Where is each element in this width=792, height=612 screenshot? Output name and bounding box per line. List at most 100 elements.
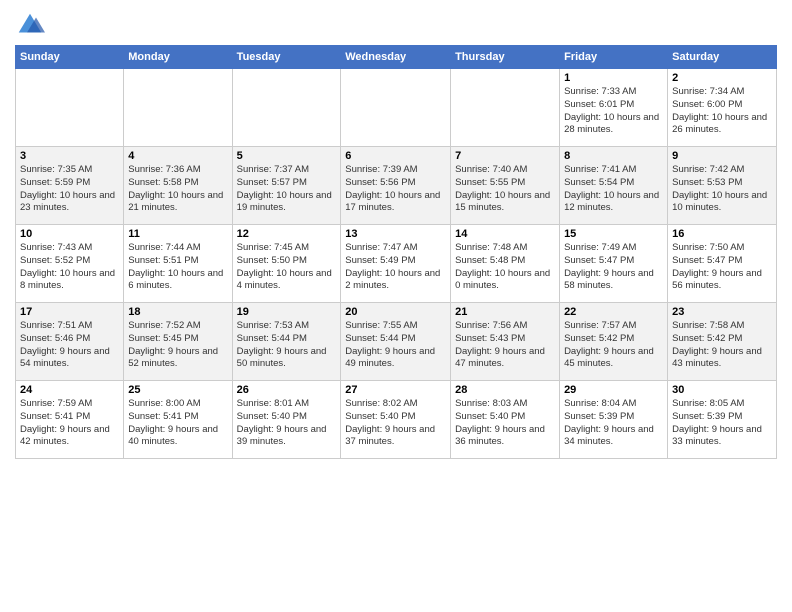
- day-cell: 7 Sunrise: 7:40 AM Sunset: 5:55 PM Daylig…: [451, 147, 560, 225]
- weekday-header-sunday: Sunday: [16, 46, 124, 69]
- day-cell: 19 Sunrise: 7:53 AM Sunset: 5:44 PM Dayli…: [232, 303, 341, 381]
- day-info: Sunrise: 7:37 AM Sunset: 5:57 PM Dayligh…: [237, 164, 337, 215]
- day-info: Sunrise: 7:51 AM Sunset: 5:46 PM Dayligh…: [20, 320, 119, 371]
- day-number: 14: [455, 228, 555, 240]
- day-cell: 6 Sunrise: 7:39 AM Sunset: 5:56 PM Daylig…: [341, 147, 451, 225]
- day-number: 19: [237, 306, 337, 318]
- day-cell: 21 Sunrise: 7:56 AM Sunset: 5:43 PM Dayli…: [451, 303, 560, 381]
- calendar-table: SundayMondayTuesdayWednesdayThursdayFrid…: [15, 45, 777, 459]
- weekday-header-wednesday: Wednesday: [341, 46, 451, 69]
- day-info: Sunrise: 8:05 AM Sunset: 5:39 PM Dayligh…: [672, 398, 772, 449]
- day-number: 5: [237, 150, 337, 162]
- day-cell: 14 Sunrise: 7:48 AM Sunset: 5:48 PM Dayli…: [451, 225, 560, 303]
- day-info: Sunrise: 7:44 AM Sunset: 5:51 PM Dayligh…: [128, 242, 227, 293]
- week-row-2: 3 Sunrise: 7:35 AM Sunset: 5:59 PM Daylig…: [16, 147, 777, 225]
- day-number: 9: [672, 150, 772, 162]
- day-cell: 12 Sunrise: 7:45 AM Sunset: 5:50 PM Dayli…: [232, 225, 341, 303]
- day-info: Sunrise: 7:56 AM Sunset: 5:43 PM Dayligh…: [455, 320, 555, 371]
- day-number: 23: [672, 306, 772, 318]
- day-info: Sunrise: 7:42 AM Sunset: 5:53 PM Dayligh…: [672, 164, 772, 215]
- day-cell: 28 Sunrise: 8:03 AM Sunset: 5:40 PM Dayli…: [451, 381, 560, 459]
- day-cell: 3 Sunrise: 7:35 AM Sunset: 5:59 PM Daylig…: [16, 147, 124, 225]
- week-row-4: 17Sunrise: 7:51 AM Sunset: 5:46 PM Dayli…: [16, 303, 777, 381]
- weekday-header-saturday: Saturday: [668, 46, 777, 69]
- weekday-header-tuesday: Tuesday: [232, 46, 341, 69]
- day-number: 16: [672, 228, 772, 240]
- day-info: Sunrise: 7:53 AM Sunset: 5:44 PM Dayligh…: [237, 320, 337, 371]
- day-number: 13: [345, 228, 446, 240]
- day-number: 10: [20, 228, 119, 240]
- header: [15, 10, 777, 40]
- day-number: 2: [672, 72, 772, 84]
- day-number: 3: [20, 150, 119, 162]
- day-info: Sunrise: 7:49 AM Sunset: 5:47 PM Dayligh…: [564, 242, 663, 293]
- day-number: 30: [672, 384, 772, 396]
- day-info: Sunrise: 7:40 AM Sunset: 5:55 PM Dayligh…: [455, 164, 555, 215]
- day-info: Sunrise: 7:39 AM Sunset: 5:56 PM Dayligh…: [345, 164, 446, 215]
- day-number: 26: [237, 384, 337, 396]
- day-cell: [451, 69, 560, 147]
- day-number: 22: [564, 306, 663, 318]
- weekday-header-friday: Friday: [560, 46, 668, 69]
- day-number: 21: [455, 306, 555, 318]
- weekday-header-monday: Monday: [124, 46, 232, 69]
- day-info: Sunrise: 7:35 AM Sunset: 5:59 PM Dayligh…: [20, 164, 119, 215]
- day-cell: 8 Sunrise: 7:41 AM Sunset: 5:54 PM Daylig…: [560, 147, 668, 225]
- day-cell: 17Sunrise: 7:51 AM Sunset: 5:46 PM Dayli…: [16, 303, 124, 381]
- day-info: Sunrise: 7:55 AM Sunset: 5:44 PM Dayligh…: [345, 320, 446, 371]
- day-cell: [124, 69, 232, 147]
- day-info: Sunrise: 8:02 AM Sunset: 5:40 PM Dayligh…: [345, 398, 446, 449]
- day-cell: 24Sunrise: 7:59 AM Sunset: 5:41 PM Dayli…: [16, 381, 124, 459]
- day-info: Sunrise: 7:48 AM Sunset: 5:48 PM Dayligh…: [455, 242, 555, 293]
- day-number: 27: [345, 384, 446, 396]
- day-cell: [232, 69, 341, 147]
- day-cell: 5 Sunrise: 7:37 AM Sunset: 5:57 PM Daylig…: [232, 147, 341, 225]
- day-info: Sunrise: 7:50 AM Sunset: 5:47 PM Dayligh…: [672, 242, 772, 293]
- day-info: Sunrise: 8:01 AM Sunset: 5:40 PM Dayligh…: [237, 398, 337, 449]
- logo: [15, 10, 49, 40]
- day-number: 28: [455, 384, 555, 396]
- day-cell: 11 Sunrise: 7:44 AM Sunset: 5:51 PM Dayli…: [124, 225, 232, 303]
- day-info: Sunrise: 7:41 AM Sunset: 5:54 PM Dayligh…: [564, 164, 663, 215]
- day-cell: 22 Sunrise: 7:57 AM Sunset: 5:42 PM Dayli…: [560, 303, 668, 381]
- main-container: SundayMondayTuesdayWednesdayThursdayFrid…: [0, 0, 792, 469]
- day-number: 8: [564, 150, 663, 162]
- day-number: 1: [564, 72, 663, 84]
- day-info: Sunrise: 7:57 AM Sunset: 5:42 PM Dayligh…: [564, 320, 663, 371]
- day-number: 12: [237, 228, 337, 240]
- day-info: Sunrise: 7:52 AM Sunset: 5:45 PM Dayligh…: [128, 320, 227, 371]
- day-cell: 29 Sunrise: 8:04 AM Sunset: 5:39 PM Dayli…: [560, 381, 668, 459]
- day-cell: 23 Sunrise: 7:58 AM Sunset: 5:42 PM Dayli…: [668, 303, 777, 381]
- day-cell: 25Sunrise: 8:00 AM Sunset: 5:41 PM Dayli…: [124, 381, 232, 459]
- day-cell: 16 Sunrise: 7:50 AM Sunset: 5:47 PM Dayli…: [668, 225, 777, 303]
- weekday-header-thursday: Thursday: [451, 46, 560, 69]
- day-info: Sunrise: 8:00 AM Sunset: 5:41 PM Dayligh…: [128, 398, 227, 449]
- day-cell: 15 Sunrise: 7:49 AM Sunset: 5:47 PM Dayli…: [560, 225, 668, 303]
- day-info: Sunrise: 7:47 AM Sunset: 5:49 PM Dayligh…: [345, 242, 446, 293]
- week-row-5: 24Sunrise: 7:59 AM Sunset: 5:41 PM Dayli…: [16, 381, 777, 459]
- day-info: Sunrise: 8:03 AM Sunset: 5:40 PM Dayligh…: [455, 398, 555, 449]
- day-number: 6: [345, 150, 446, 162]
- day-number: 4: [128, 150, 227, 162]
- day-number: 18: [128, 306, 227, 318]
- day-cell: 27 Sunrise: 8:02 AM Sunset: 5:40 PM Dayli…: [341, 381, 451, 459]
- day-number: 15: [564, 228, 663, 240]
- day-info: Sunrise: 7:33 AM Sunset: 6:01 PM Dayligh…: [564, 86, 663, 137]
- day-cell: 18 Sunrise: 7:52 AM Sunset: 5:45 PM Dayli…: [124, 303, 232, 381]
- day-cell: 4Sunrise: 7:36 AM Sunset: 5:58 PM Daylig…: [124, 147, 232, 225]
- week-row-1: 1 Sunrise: 7:33 AM Sunset: 6:01 PM Daylig…: [16, 69, 777, 147]
- day-cell: 2Sunrise: 7:34 AM Sunset: 6:00 PM Daylig…: [668, 69, 777, 147]
- day-number: 29: [564, 384, 663, 396]
- day-cell: [341, 69, 451, 147]
- day-info: Sunrise: 7:43 AM Sunset: 5:52 PM Dayligh…: [20, 242, 119, 293]
- day-cell: [16, 69, 124, 147]
- day-number: 20: [345, 306, 446, 318]
- day-info: Sunrise: 7:58 AM Sunset: 5:42 PM Dayligh…: [672, 320, 772, 371]
- day-info: Sunrise: 7:45 AM Sunset: 5:50 PM Dayligh…: [237, 242, 337, 293]
- day-cell: 26 Sunrise: 8:01 AM Sunset: 5:40 PM Dayli…: [232, 381, 341, 459]
- day-number: 7: [455, 150, 555, 162]
- day-number: 11: [128, 228, 227, 240]
- day-info: Sunrise: 7:59 AM Sunset: 5:41 PM Dayligh…: [20, 398, 119, 449]
- day-info: Sunrise: 8:04 AM Sunset: 5:39 PM Dayligh…: [564, 398, 663, 449]
- day-cell: 20 Sunrise: 7:55 AM Sunset: 5:44 PM Dayli…: [341, 303, 451, 381]
